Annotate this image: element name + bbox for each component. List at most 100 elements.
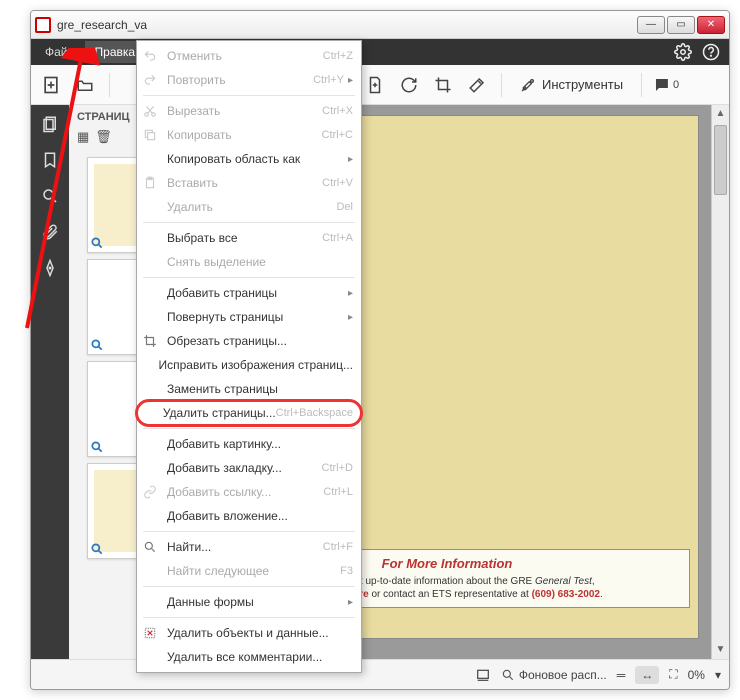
undo-icon	[143, 49, 163, 63]
menu-item-20[interactable]: Добавить закладку...Ctrl+D	[137, 456, 361, 480]
panel-title: СТРАНИЦ	[77, 111, 130, 123]
menu-item-17[interactable]: Удалить страницы...Ctrl+Backspace	[137, 401, 361, 425]
redo-icon	[143, 73, 163, 87]
menu-item-0: ОтменитьCtrl+Z	[137, 44, 361, 68]
menu-item-12[interactable]: Добавить страницы ▸	[137, 281, 361, 305]
fit-width-icon[interactable]: ═	[617, 668, 626, 682]
instruments-button[interactable]: Инструменты	[512, 73, 631, 97]
submenu-arrow-icon: ▸	[348, 288, 353, 299]
menu-item-13[interactable]: Повернуть страницы▸	[137, 305, 361, 329]
menu-item-shortcut: Ctrl+Y	[313, 74, 344, 86]
attachments-tab-icon[interactable]	[37, 219, 63, 245]
pages-tab-icon[interactable]	[37, 111, 63, 137]
app-window: gre_research_va — ▭ ✕ Файл Правка	[30, 10, 730, 690]
menu-item-9[interactable]: Выбрать всеCtrl+A	[137, 226, 361, 250]
crop-icon	[143, 334, 163, 348]
new-doc-button[interactable]	[37, 71, 65, 99]
open-button[interactable]	[71, 71, 99, 99]
menu-item-label: Добавить ссылку...	[167, 485, 323, 499]
help-icon[interactable]	[701, 42, 721, 62]
menu-item-shortcut: Ctrl+V	[322, 177, 353, 189]
panel-delete-icon[interactable]: 🗑	[95, 129, 112, 145]
menu-item-22[interactable]: Добавить вложение...	[137, 504, 361, 528]
menu-item-label: Обрезать страницы...	[167, 334, 353, 348]
menu-item-shortcut: Ctrl+C	[322, 129, 353, 141]
menu-item-shortcut: F3	[340, 565, 353, 577]
zoom-value[interactable]: 0%	[688, 668, 705, 682]
minimize-button[interactable]: —	[637, 16, 665, 34]
menu-item-27[interactable]: Данные формы ▸	[137, 590, 361, 614]
menu-item-shortcut: Del	[336, 201, 353, 213]
side-tabs	[31, 105, 69, 659]
submenu-arrow-icon: ▸	[348, 597, 353, 608]
menu-item-label: Добавить закладку...	[167, 461, 322, 475]
pen-tab-icon[interactable]	[37, 255, 63, 281]
panel-add-icon[interactable]: ▦	[77, 129, 89, 145]
menu-item-label: Удалить объекты и данные...	[167, 626, 353, 640]
menu-item-6: ВставитьCtrl+V	[137, 171, 361, 195]
close-button[interactable]: ✕	[697, 16, 725, 34]
vertical-scrollbar[interactable]: ▲ ▼	[711, 105, 729, 659]
menu-item-shortcut: Ctrl+L	[323, 486, 353, 498]
menu-file[interactable]: Файл	[35, 41, 85, 63]
app-icon	[35, 17, 51, 33]
maximize-button[interactable]: ▭	[667, 16, 695, 34]
scaling-label: Фоновое расп...	[519, 668, 607, 682]
copy-icon	[143, 128, 163, 142]
instruments-label: Инструменты	[542, 77, 623, 92]
menu-item-label: Удалить	[167, 200, 336, 214]
bookmark-tab-icon[interactable]	[37, 147, 63, 173]
add-page-button[interactable]	[361, 71, 389, 99]
menu-item-4: КопироватьCtrl+C	[137, 123, 361, 147]
menu-item-30[interactable]: Удалить все комментарии...	[137, 645, 361, 669]
menu-item-label: Добавить вложение...	[167, 509, 353, 523]
window-title: gre_research_va	[57, 18, 637, 32]
menu-item-label: Отменить	[167, 49, 323, 63]
menu-item-label: Удалить все комментарии...	[167, 650, 353, 664]
menu-item-14[interactable]: Обрезать страницы...	[137, 329, 361, 353]
menu-item-label: Добавить страницы	[167, 286, 344, 300]
menu-item-label: Снять выделение	[167, 255, 353, 269]
menu-item-label: Удалить страницы...	[163, 406, 276, 420]
menu-item-shortcut: Ctrl+Backspace	[276, 407, 353, 419]
menu-item-shortcut: Ctrl+F	[323, 541, 353, 553]
menu-item-label: Копировать область как	[167, 152, 344, 166]
menu-item-label: Добавить картинку...	[167, 437, 353, 451]
wand-button[interactable]	[463, 71, 491, 99]
menu-item-19[interactable]: Добавить картинку...	[137, 432, 361, 456]
menu-item-29[interactable]: Удалить объекты и данные...	[137, 621, 361, 645]
menu-item-label: Вставить	[167, 176, 322, 190]
menu-item-label: Найти...	[167, 540, 323, 554]
search-tab-icon[interactable]	[37, 183, 63, 209]
menu-item-15[interactable]: Исправить изображения страниц...	[137, 353, 361, 377]
rotate-button[interactable]	[395, 71, 423, 99]
view-mode-icon[interactable]	[475, 667, 491, 683]
menu-item-label: Исправить изображения страниц...	[158, 358, 353, 372]
edit-dropdown: ОтменитьCtrl+ZПовторитьCtrl+Y▸ВырезатьCt…	[136, 40, 362, 673]
menu-item-16[interactable]: Заменить страницы	[137, 377, 361, 401]
crop-button[interactable]	[429, 71, 457, 99]
link-icon	[143, 485, 163, 499]
zoom-dropdown-icon[interactable]: ▾	[715, 668, 721, 682]
zoom-search-icon[interactable]: Фоновое расп...	[501, 668, 607, 682]
menu-item-5[interactable]: Копировать область как ▸	[137, 147, 361, 171]
menu-item-shortcut: Ctrl+D	[322, 462, 353, 474]
menu-item-shortcut: Ctrl+A	[322, 232, 353, 244]
menu-item-label: Вырезать	[167, 104, 322, 118]
comment-button[interactable]: 0	[652, 71, 680, 99]
gear-icon[interactable]	[673, 42, 693, 62]
fit-horiz-icon[interactable]: ↔	[635, 666, 659, 684]
menu-item-1: ПовторитьCtrl+Y▸	[137, 68, 361, 92]
menu-item-24[interactable]: Найти...Ctrl+F	[137, 535, 361, 559]
fullscreen-icon[interactable]: ⛶	[669, 667, 677, 682]
menu-item-label: Данные формы	[167, 595, 344, 609]
submenu-arrow-icon: ▸	[348, 154, 353, 165]
menu-item-shortcut: Ctrl+X	[322, 105, 353, 117]
submenu-arrow-icon: ▸	[348, 75, 353, 86]
paste-icon	[143, 176, 163, 190]
menu-item-label: Повернуть страницы	[167, 310, 344, 324]
menu-item-7: УдалитьDel	[137, 195, 361, 219]
menu-item-label: Найти следующее	[167, 564, 340, 578]
menu-item-25: Найти следующееF3	[137, 559, 361, 583]
menu-item-21: Добавить ссылку...Ctrl+L	[137, 480, 361, 504]
